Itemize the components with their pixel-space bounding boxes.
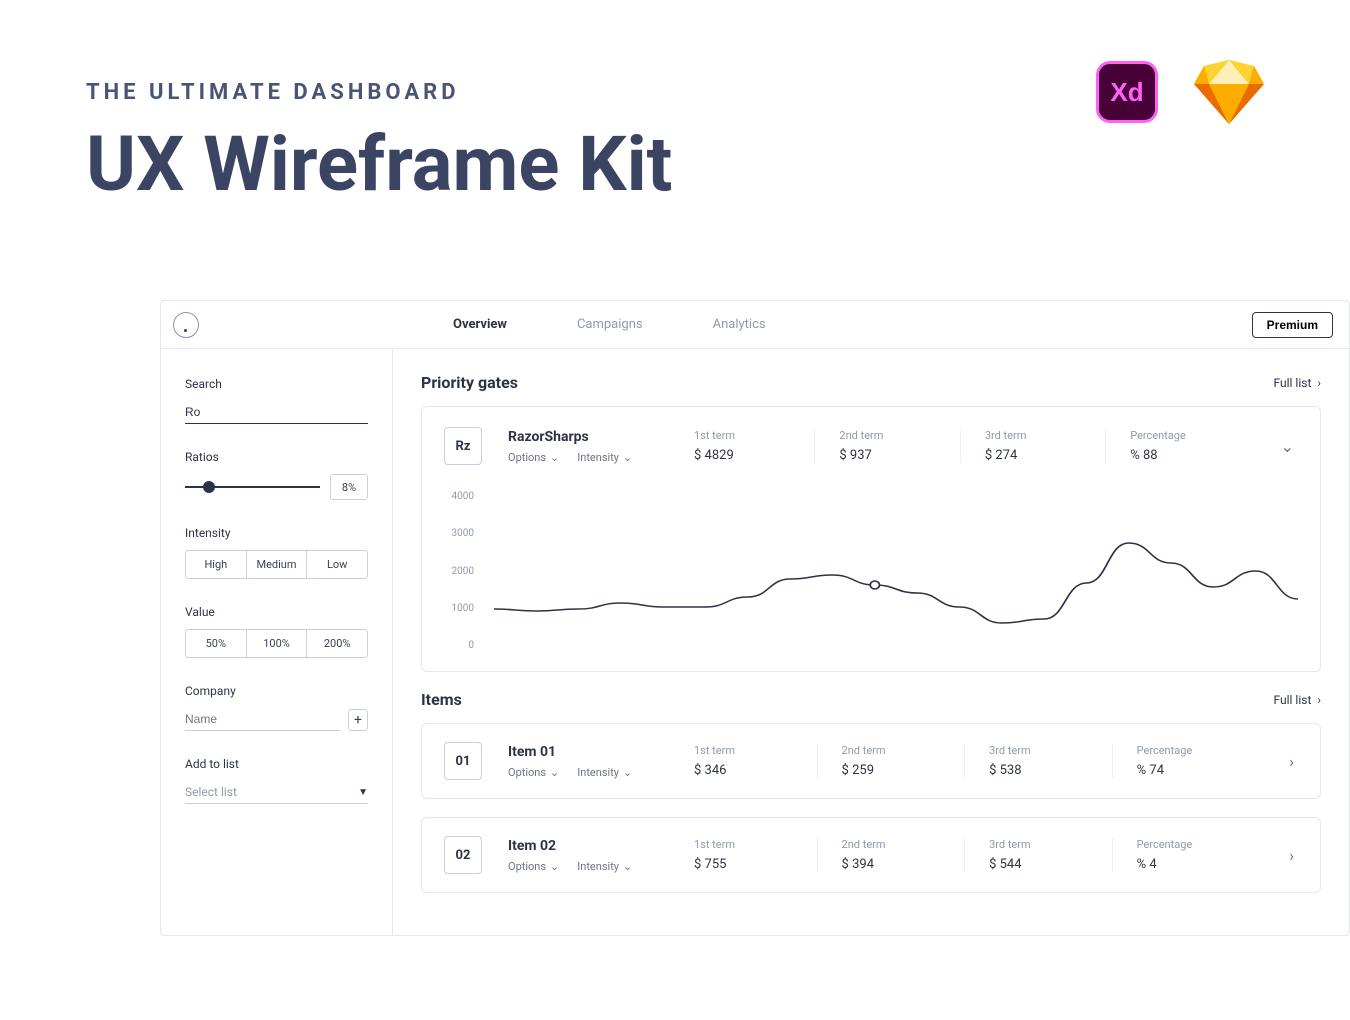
item-name: Item 02 (508, 838, 668, 854)
hero-eyebrow: THE ULTIMATE DASHBOARD (86, 80, 1264, 105)
priority-options-dropdown[interactable]: Options⌄ (508, 451, 559, 464)
chevron-down-icon: ⌄ (623, 766, 632, 779)
chevron-down-icon: ⌄ (623, 860, 632, 873)
priority-chart: 40003000200010000 (444, 491, 1298, 651)
item-options-dropdown[interactable]: Options⌄ (508, 766, 559, 779)
stat-value: $ 937 (839, 448, 959, 463)
full-list-label: Full list (1274, 376, 1312, 390)
stat-value: $ 4829 (694, 448, 814, 463)
stat-label: 2nd term (842, 838, 965, 851)
expand-toggle[interactable]: › (1285, 752, 1298, 771)
tab-analytics[interactable]: Analytics (713, 317, 766, 332)
stat-value: % 74 (1137, 763, 1260, 778)
item-badge: 02 (444, 836, 482, 874)
stat-value: $ 544 (989, 857, 1112, 872)
ratios-slider[interactable] (185, 486, 320, 488)
priority-full-list-link[interactable]: Full list › (1274, 376, 1322, 390)
addlist-placeholder: Select list (185, 785, 358, 799)
nav-tabs: Overview Campaigns Analytics (453, 317, 766, 332)
stat-value: $ 755 (694, 857, 817, 872)
expand-toggle[interactable]: › (1285, 846, 1298, 865)
app-logo (173, 312, 199, 338)
chevron-down-icon: ⌄ (550, 766, 559, 779)
value-segment: 50% 100% 200% (185, 629, 368, 658)
ratios-label: Ratios (185, 450, 368, 464)
priority-title: Priority gates (421, 373, 518, 392)
adobe-xd-icon: Xd (1096, 61, 1158, 123)
item-name: Item 01 (508, 744, 668, 760)
value-label: Value (185, 605, 368, 619)
premium-button[interactable]: Premium (1252, 312, 1333, 338)
stat-value: % 88 (1130, 448, 1250, 463)
intensity-medium[interactable]: Medium (247, 551, 308, 578)
item-card: 01 Item 01 Options⌄ Intensity⌄ 1st term $… (421, 723, 1321, 799)
dashboard-window: Overview Campaigns Analytics Premium Sea… (160, 300, 1350, 936)
item-intensity-dropdown[interactable]: Intensity⌄ (577, 766, 632, 779)
stat-label: 2nd term (842, 744, 965, 757)
value-100[interactable]: 100% (247, 630, 308, 657)
addlist-label: Add to list (185, 757, 368, 771)
stat-value: % 4 (1137, 857, 1260, 872)
stat-value: $ 274 (985, 448, 1105, 463)
chevron-right-icon: › (1317, 376, 1321, 390)
stat-value: $ 538 (989, 763, 1112, 778)
priority-badge: Rz (444, 427, 482, 465)
item-intensity-dropdown[interactable]: Intensity⌄ (577, 860, 632, 873)
sketch-icon (1194, 60, 1264, 124)
tab-overview[interactable]: Overview (453, 317, 507, 332)
full-list-label: Full list (1274, 693, 1312, 707)
chevron-down-icon: ⌄ (550, 860, 559, 873)
stat-label: Percentage (1137, 838, 1260, 851)
hero-title: UX Wireframe Kit (86, 125, 1264, 205)
intensity-high[interactable]: High (186, 551, 247, 578)
stat-value: $ 394 (842, 857, 965, 872)
stat-label: Percentage (1130, 429, 1250, 442)
intensity-segment: High Medium Low (185, 550, 368, 579)
intensity-label: Intensity (185, 526, 368, 540)
addlist-select[interactable]: Select list ▼ (185, 781, 368, 804)
priority-card: Rz RazorSharps Options⌄ Intensity⌄ 1st t… (421, 406, 1321, 672)
ratios-value: 8% (330, 474, 368, 500)
stat-label: 1st term (694, 838, 817, 851)
stat-label: 3rd term (989, 744, 1112, 757)
caret-down-icon: ▼ (358, 787, 368, 798)
stat-label: 1st term (694, 429, 814, 442)
items-title: Items (421, 690, 462, 709)
chevron-down-icon: ⌄ (623, 451, 632, 464)
priority-intensity-dropdown[interactable]: Intensity⌄ (577, 451, 632, 464)
collapse-toggle[interactable]: ⌄ (1277, 437, 1298, 456)
main-content: Priority gates Full list › Rz RazorSharp… (393, 349, 1349, 935)
value-50[interactable]: 50% (186, 630, 247, 657)
add-company-button[interactable]: + (348, 709, 368, 731)
company-label: Company (185, 684, 368, 698)
stat-value: $ 259 (842, 763, 965, 778)
intensity-low[interactable]: Low (307, 551, 367, 578)
search-label: Search (185, 377, 368, 391)
stat-label: 3rd term (985, 429, 1105, 442)
items-full-list-link[interactable]: Full list › (1274, 693, 1322, 707)
topbar: Overview Campaigns Analytics Premium (161, 301, 1349, 349)
stat-label: Percentage (1137, 744, 1260, 757)
slider-thumb[interactable] (203, 481, 215, 493)
priority-item-name: RazorSharps (508, 429, 668, 445)
stat-label: 3rd term (989, 838, 1112, 851)
company-input[interactable] (185, 708, 340, 731)
sidebar: Search Ratios 8% Intensity High Medium L… (161, 349, 393, 935)
search-input[interactable] (185, 401, 368, 424)
stat-label: 2nd term (839, 429, 959, 442)
item-card: 02 Item 02 Options⌄ Intensity⌄ 1st term $… (421, 817, 1321, 893)
chevron-down-icon: ⌄ (550, 451, 559, 464)
value-200[interactable]: 200% (307, 630, 367, 657)
stat-value: $ 346 (694, 763, 817, 778)
stat-label: 1st term (694, 744, 817, 757)
item-options-dropdown[interactable]: Options⌄ (508, 860, 559, 873)
tab-campaigns[interactable]: Campaigns (577, 317, 643, 332)
chevron-right-icon: › (1317, 693, 1321, 707)
item-badge: 01 (444, 742, 482, 780)
